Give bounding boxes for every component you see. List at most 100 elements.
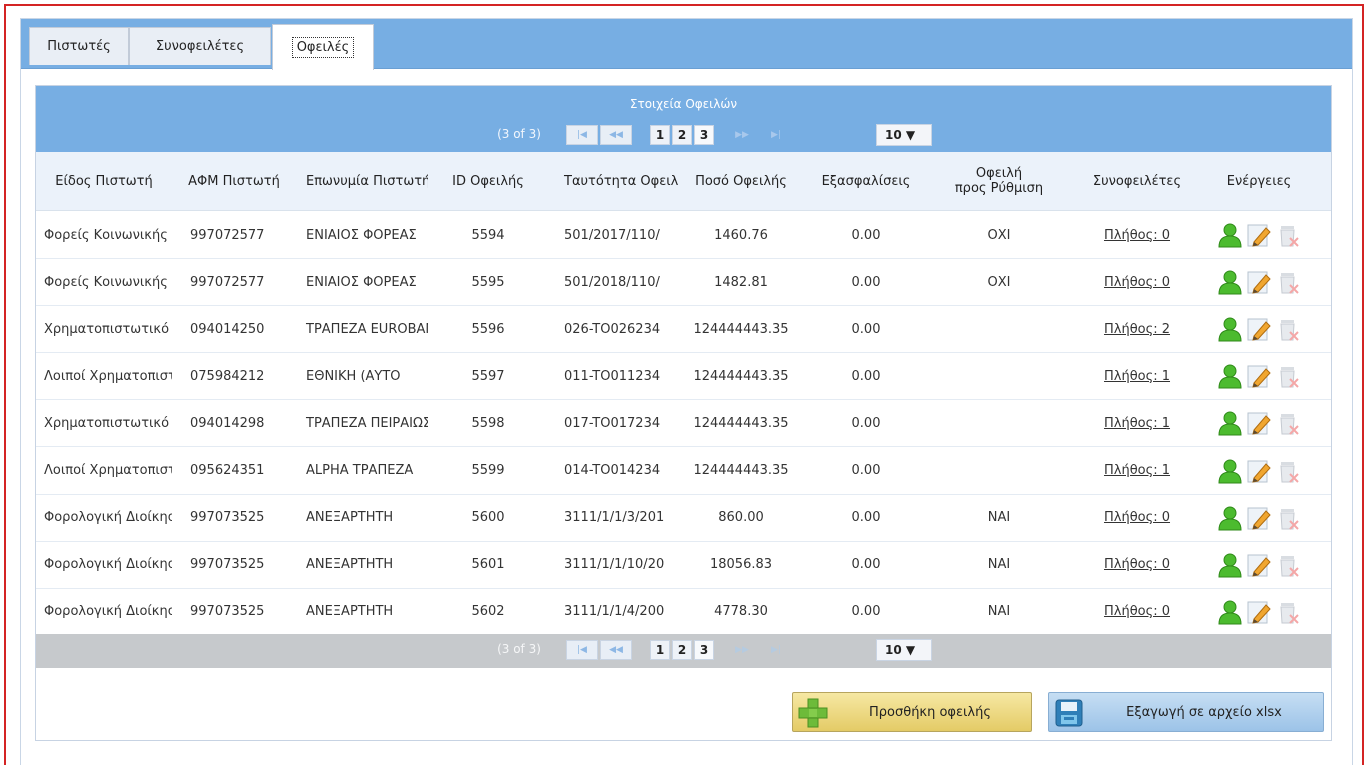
user-icon[interactable]: [1217, 410, 1243, 436]
cell-collateral: 0.00: [804, 589, 928, 635]
page-button-2[interactable]: 2: [672, 640, 692, 660]
cell-codebtors-text[interactable]: Πλήθος: 1: [1104, 463, 1170, 478]
cell-codebtors-text[interactable]: Πλήθος: 1: [1104, 369, 1170, 384]
cell-codebtors[interactable]: Πλήθος: 0: [1070, 212, 1204, 258]
tab-debts[interactable]: Οφειλές: [272, 24, 374, 70]
rows-per-page-select[interactable]: 10 ▼: [876, 639, 932, 661]
cell-codebtors[interactable]: Πλήθος: 0: [1070, 589, 1204, 635]
edit-pencil-icon[interactable]: [1246, 599, 1272, 625]
col-codebtors[interactable]: Συνοφειλέτες: [1070, 152, 1204, 210]
cell-creditor-afm: 997072577: [172, 259, 296, 305]
edit-pencil-icon[interactable]: [1246, 222, 1272, 248]
next-page-icon[interactable]: ▶▶: [726, 125, 758, 145]
last-page-icon[interactable]: ▶|: [760, 125, 792, 145]
cell-creditor-name: ΤΡΑΠΕΖΑ ΠΕΙΡΑΙΩΣ: [296, 400, 428, 446]
delete-trash-icon[interactable]: [1275, 269, 1301, 295]
user-icon[interactable]: [1217, 599, 1243, 625]
cell-codebtors[interactable]: Πλήθος: 1: [1070, 400, 1204, 446]
edit-pencil-icon[interactable]: [1246, 458, 1272, 484]
col-debt-identity[interactable]: Ταυτότητα Οφειλής: [548, 152, 678, 210]
prev-page-icon[interactable]: ◀◀: [600, 125, 632, 145]
cell-codebtors-text[interactable]: Πλήθος: 0: [1104, 228, 1170, 243]
cell-creditor-type-text: Φορείς Κοινωνικής: [44, 227, 168, 243]
delete-trash-icon[interactable]: [1275, 222, 1301, 248]
col-debt-id[interactable]: ID Οφειλής: [428, 152, 548, 210]
cell-debt-identity: 3111/1/1/3/201: [548, 495, 678, 541]
delete-trash-icon[interactable]: [1275, 552, 1301, 578]
cell-collateral-text: 0.00: [851, 510, 881, 526]
cell-codebtors[interactable]: Πλήθος: 0: [1070, 495, 1204, 541]
user-icon[interactable]: [1217, 222, 1243, 248]
col-settlement-label: Οφειλή προς Ρύθμιση: [954, 166, 1044, 196]
page-button-3[interactable]: 3: [694, 125, 714, 145]
col-settlement[interactable]: Οφειλή προς Ρύθμιση: [928, 152, 1070, 210]
page-button-1[interactable]: 1: [650, 125, 670, 145]
last-page-icon[interactable]: ▶|: [760, 640, 792, 660]
col-creditor-type[interactable]: Είδος Πιστωτή: [36, 152, 172, 210]
edit-pencil-icon[interactable]: [1246, 410, 1272, 436]
delete-trash-icon[interactable]: [1275, 458, 1301, 484]
col-collateral[interactable]: Εξασφαλίσεις: [804, 152, 928, 210]
edit-pencil-icon[interactable]: [1246, 269, 1272, 295]
cell-codebtors-text[interactable]: Πλήθος: 0: [1104, 604, 1170, 619]
col-collateral-label: Εξασφαλίσεις: [821, 173, 911, 189]
page-count-bottom: (3 of 3): [497, 642, 541, 656]
delete-trash-icon[interactable]: [1275, 599, 1301, 625]
page-button-2[interactable]: 2: [672, 125, 692, 145]
col-creditor-afm[interactable]: ΑΦΜ Πιστωτή: [172, 152, 296, 210]
next-page-icon[interactable]: ▶▶: [726, 640, 758, 660]
delete-trash-icon[interactable]: [1275, 363, 1301, 389]
cell-settlement-text: ΝΑΙ: [987, 510, 1011, 526]
user-icon[interactable]: [1217, 269, 1243, 295]
row-actions: [1204, 306, 1314, 352]
user-icon[interactable]: [1217, 552, 1243, 578]
cell-codebtors-text[interactable]: Πλήθος: 2: [1104, 322, 1170, 337]
cell-debt-id-text: 5596: [471, 321, 505, 337]
prev-page-icon[interactable]: ◀◀: [600, 640, 632, 660]
add-debt-button[interactable]: Προσθήκη οφειλής: [792, 692, 1032, 732]
cell-creditor-afm: 997073525: [172, 542, 296, 588]
tab-codebtors[interactable]: Συνοφειλέτες: [129, 27, 271, 65]
cell-codebtors[interactable]: Πλήθος: 0: [1070, 259, 1204, 305]
cell-debt-id-text: 5600: [471, 510, 505, 526]
cell-creditor-name: ALPHA ΤΡΑΠΕΖΑ: [296, 448, 428, 494]
cell-codebtors[interactable]: Πλήθος: 1: [1070, 353, 1204, 399]
delete-trash-icon[interactable]: [1275, 410, 1301, 436]
cell-creditor-type-text: Λοιποί Χρηματοπιστωτικοί: [44, 463, 172, 478]
first-page-icon[interactable]: |◀: [566, 125, 598, 145]
user-icon[interactable]: [1217, 458, 1243, 484]
user-icon[interactable]: [1217, 363, 1243, 389]
page-button-1[interactable]: 1: [650, 640, 670, 660]
cell-codebtors-text[interactable]: Πλήθος: 0: [1104, 510, 1170, 525]
rows-per-page-select[interactable]: 10 ▼: [876, 124, 932, 146]
cell-collateral-text: 0.00: [851, 604, 881, 620]
add-debt-label: Προσθήκη οφειλής: [869, 704, 991, 720]
delete-trash-icon[interactable]: [1275, 505, 1301, 531]
edit-pencil-icon[interactable]: [1246, 363, 1272, 389]
cell-codebtors[interactable]: Πλήθος: 2: [1070, 306, 1204, 352]
table-row: Χρηματοπιστωτικό 094014298 ΤΡΑΠΕΖΑ ΠΕΙΡΑΙΩ…: [36, 400, 1331, 448]
tab-creditors[interactable]: Πιστωτές: [29, 27, 129, 65]
edit-pencil-icon[interactable]: [1246, 552, 1272, 578]
cell-debt-id: 5594: [428, 212, 548, 258]
user-icon[interactable]: [1217, 316, 1243, 342]
cell-creditor-type: Φορολογική Διοίκηση: [36, 542, 172, 588]
cell-codebtors[interactable]: Πλήθος: 1: [1070, 448, 1204, 494]
edit-pencil-icon[interactable]: [1246, 505, 1272, 531]
cell-codebtors-text[interactable]: Πλήθος: 0: [1104, 557, 1170, 572]
edit-pencil-icon[interactable]: [1246, 316, 1272, 342]
cell-codebtors-text[interactable]: Πλήθος: 0: [1104, 275, 1170, 290]
delete-trash-icon[interactable]: [1275, 316, 1301, 342]
user-icon[interactable]: [1217, 505, 1243, 531]
first-page-icon[interactable]: |◀: [566, 640, 598, 660]
page-button-3[interactable]: 3: [694, 640, 714, 660]
cell-debt-identity: 501/2017/110/: [548, 212, 678, 258]
cell-creditor-name-text: ΤΡΑΠΕΖΑ EUROBANK: [306, 321, 428, 337]
col-creditor-name[interactable]: Επωνυμία Πιστωτή: [296, 152, 428, 210]
export-xlsx-button[interactable]: Εξαγωγή σε αρχείο xlsx: [1048, 692, 1324, 732]
cell-creditor-afm-text: 094014298: [190, 415, 265, 431]
cell-codebtors-text[interactable]: Πλήθος: 1: [1104, 416, 1170, 431]
cell-codebtors[interactable]: Πλήθος: 0: [1070, 542, 1204, 588]
col-debt-amount[interactable]: Ποσό Οφειλής: [678, 152, 804, 210]
plus-icon: [798, 698, 828, 728]
